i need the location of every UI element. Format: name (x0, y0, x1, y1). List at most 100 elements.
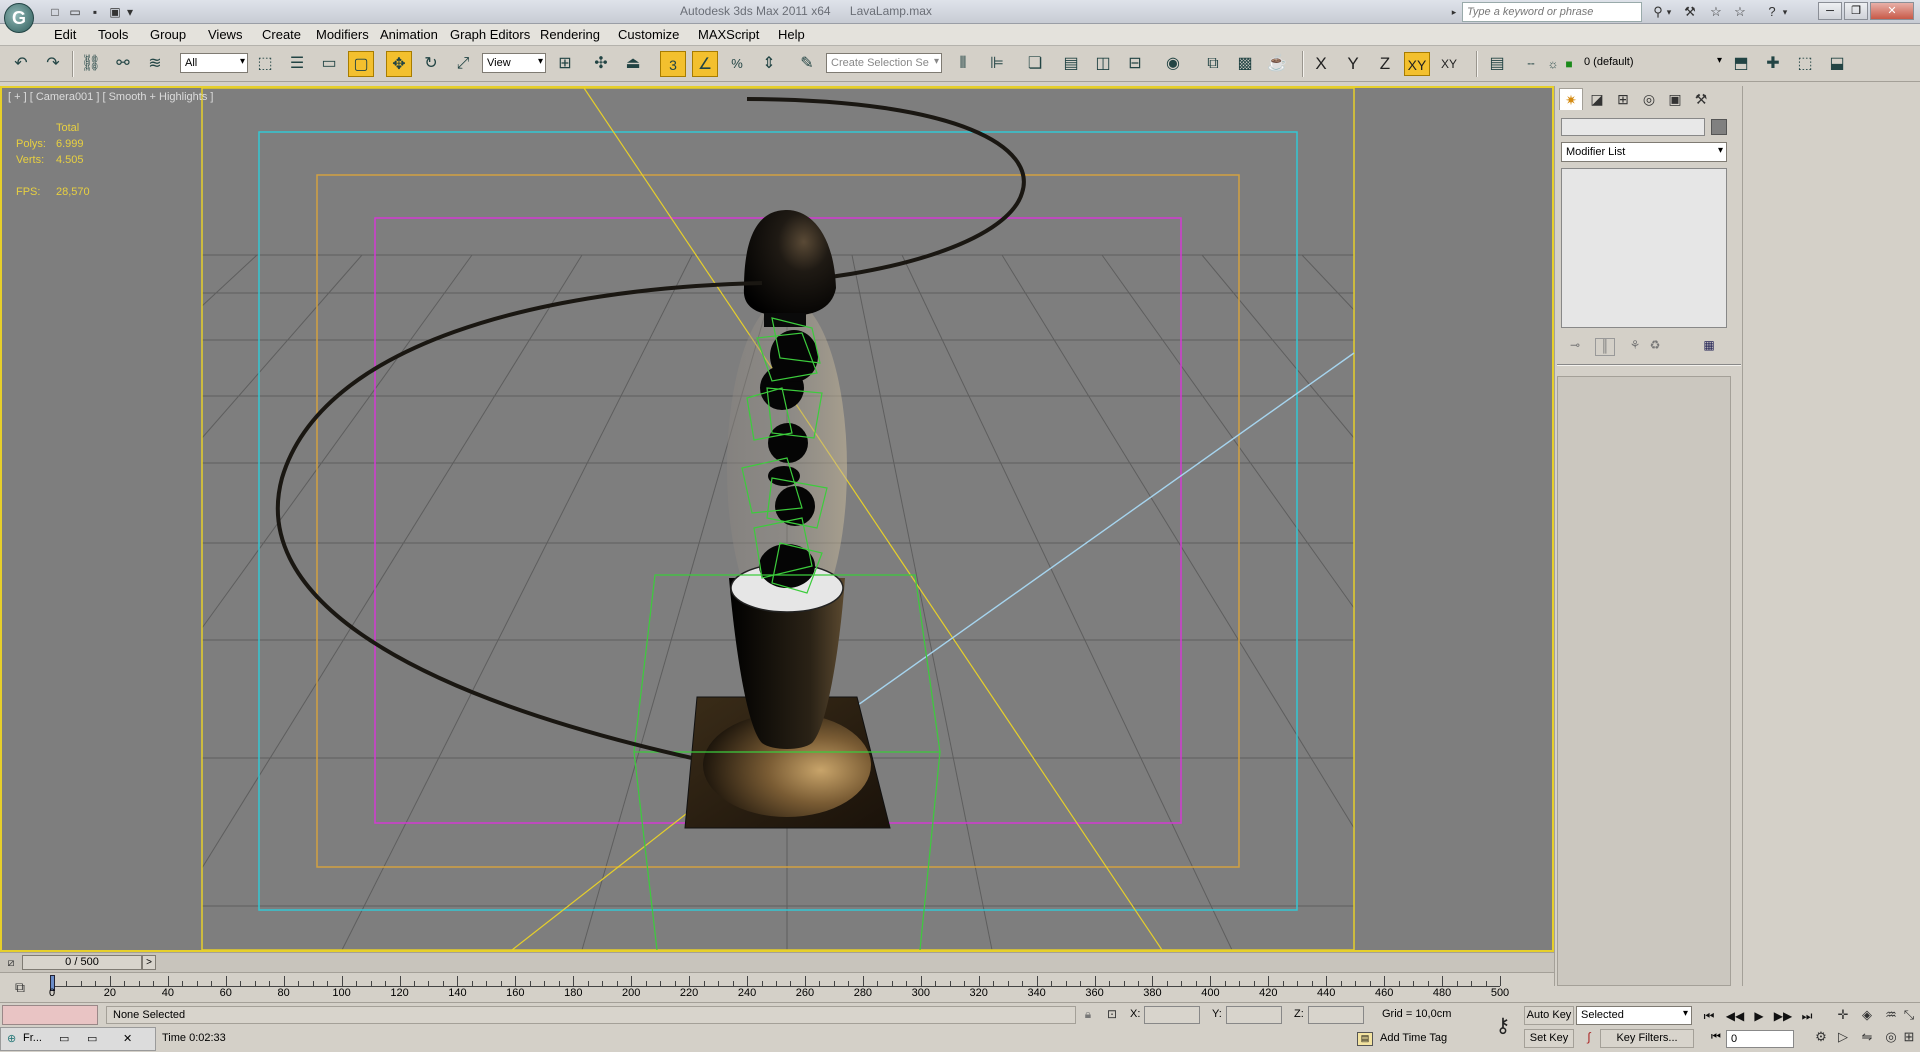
listener-restore-icon[interactable]: ▭ (59, 1032, 69, 1045)
rectangular-selection-icon[interactable]: ▭ (316, 51, 342, 77)
zoom-icon[interactable]: ✛ (1832, 1005, 1854, 1025)
mirror-icon[interactable]: ⫴ (950, 51, 976, 77)
unlink-icon[interactable]: ⚯ (110, 51, 136, 77)
key-mode-toggle-button[interactable]: ⏮ (1708, 1031, 1724, 1047)
menu-customize[interactable]: Customize (618, 27, 679, 42)
search-expand-icon[interactable]: ▸ (1448, 3, 1460, 21)
orbit-icon[interactable]: ♒︎ (1880, 1005, 1902, 1025)
select-object-icon[interactable]: ⬚ (252, 51, 278, 77)
reference-coordinate-dropdown[interactable]: View (482, 53, 546, 73)
render-production-icon[interactable]: ☕ (1264, 51, 1290, 77)
graphite-toggle-icon[interactable]: ▤ (1058, 51, 1084, 77)
field-of-view-icon[interactable]: ⤡ (1900, 1005, 1918, 1025)
menu-views[interactable]: Views (208, 27, 242, 42)
select-layer-objects-icon[interactable]: ⬚ (1792, 51, 1818, 77)
auto-key-button[interactable]: Auto Key (1524, 1006, 1574, 1025)
layer-manager-icon[interactable]: ❏ (1022, 51, 1048, 77)
schematic-view-icon[interactable]: ⊟ (1122, 51, 1148, 77)
modifier-list-dropdown[interactable]: Modifier List (1561, 142, 1727, 162)
select-and-scale-icon[interactable]: ⤢ (450, 51, 476, 77)
default-key-icon[interactable]: ⚷ (1488, 1013, 1518, 1037)
close-icon[interactable]: ✕ (1870, 2, 1914, 20)
show-end-result-icon[interactable]: ║ (1595, 338, 1615, 356)
remove-modifier-icon[interactable]: ♻ (1645, 338, 1665, 356)
play-icon[interactable]: ▶ (1748, 1007, 1770, 1025)
display-tab-icon[interactable]: ▣ (1663, 88, 1687, 110)
minimize-icon[interactable]: ─ (1818, 2, 1842, 20)
menu-create[interactable]: Create (262, 27, 301, 42)
rendered-frame-window-icon[interactable]: ▩ (1232, 51, 1258, 77)
selection-filter-dropdown[interactable]: All (180, 53, 248, 73)
project-folder-icon[interactable]: ▣ (106, 3, 124, 20)
camera-viewport[interactable]: [ + ] [ Camera001 ] [ Smooth + Highlight… (0, 86, 1554, 952)
select-by-name-icon[interactable]: ☰ (284, 51, 310, 77)
go-to-start-icon[interactable]: ⏮ (1698, 1007, 1720, 1025)
listener-maximize-icon[interactable]: ▭ (87, 1032, 97, 1045)
search-dropdown-icon[interactable]: ▾ (1664, 3, 1674, 21)
menu-modifiers[interactable]: Modifiers (316, 27, 369, 42)
angle-snap-icon[interactable]: ∠ (692, 51, 718, 77)
add-to-layer-icon[interactable]: ✚ (1760, 51, 1786, 77)
curve-editor-icon[interactable]: ◫ (1090, 51, 1116, 77)
key-mode-dropdown[interactable]: Selected (1576, 1006, 1692, 1025)
menu-help[interactable]: Help (778, 27, 805, 42)
menu-graph-editors[interactable]: Graph Editors (450, 27, 530, 42)
communication-center-icon[interactable]: ⚒ (1680, 3, 1700, 21)
time-slider-thumb[interactable]: 0 / 500 (22, 955, 142, 970)
next-frame-icon[interactable]: ▶▶ (1772, 1007, 1794, 1025)
select-and-rotate-icon[interactable]: ↻ (418, 51, 444, 77)
snaps-toggle-icon[interactable]: 3 (660, 51, 686, 77)
listener-app-icon[interactable]: ⊕ (7, 1032, 16, 1045)
orbit-camera-icon[interactable]: ◎ (1880, 1027, 1902, 1047)
axis-x-button[interactable]: X (1308, 52, 1334, 76)
pin-stack-icon[interactable]: ⊸ (1565, 338, 1585, 356)
mini-curve-editor-icon[interactable]: ⧉ (8, 979, 32, 997)
pivot-center-icon[interactable]: ⊞ (552, 51, 578, 77)
set-current-layer-icon[interactable]: ⬓ (1824, 51, 1850, 77)
maxscript-mini-listener[interactable] (2, 1005, 98, 1025)
named-selection-dropdown[interactable]: Create Selection Se (826, 53, 942, 73)
create-layer-icon[interactable]: ⬒ (1728, 51, 1754, 77)
axis-y-button[interactable]: Y (1340, 52, 1366, 76)
axis-xy-button[interactable]: XY (1404, 52, 1430, 76)
listener-label[interactable]: Fr... (23, 1032, 42, 1044)
modifier-stack[interactable] (1561, 168, 1727, 328)
axis-constraint-lock-button[interactable]: XY (1436, 52, 1462, 76)
help-icon[interactable]: ? (1762, 3, 1782, 21)
layer-dropdown[interactable]: 0 (default) (1580, 53, 1724, 73)
restore-icon[interactable]: ❐ (1844, 2, 1868, 20)
make-unique-icon[interactable]: ⚘ (1625, 338, 1645, 356)
open-file-icon[interactable]: ▭ (66, 3, 84, 20)
object-color-swatch[interactable] (1711, 119, 1727, 135)
menu-animation[interactable]: Animation (380, 27, 438, 42)
bind-space-warp-icon[interactable]: ≋ (142, 51, 168, 77)
menu-rendering[interactable]: Rendering (540, 27, 600, 42)
track-bar[interactable]: ⧉ 0 20 40 60 80 100 120 140 160 180 200 220 240 260 28… (0, 972, 1554, 1002)
motion-tab-icon[interactable]: ◎ (1637, 88, 1661, 110)
layers-icon[interactable]: ▤ (1484, 51, 1510, 77)
menu-group[interactable]: Group (150, 27, 186, 42)
select-and-link-icon[interactable]: ⛓ (78, 51, 104, 77)
add-time-tag-button[interactable]: Add Time Tag (1354, 1030, 1484, 1048)
modify-tab-icon[interactable]: ◪ (1585, 88, 1609, 110)
percent-snap-icon[interactable]: % (724, 51, 750, 77)
maximize-viewport-icon[interactable]: ⊞ (1900, 1027, 1918, 1047)
track-ruler[interactable] (52, 976, 1501, 987)
time-configuration-icon[interactable]: ⚙ (1810, 1027, 1832, 1047)
object-name-field[interactable] (1561, 118, 1705, 136)
open-mini-curve-editor-icon[interactable]: ⧄ (2, 953, 20, 973)
selection-lock-icon[interactable]: 🔒︎ (1080, 1007, 1096, 1023)
new-file-icon[interactable]: □ (46, 3, 64, 20)
select-and-manipulate-icon[interactable]: ✣ (588, 51, 614, 77)
truck-camera-icon[interactable]: ▷ (1832, 1027, 1854, 1047)
y-coordinate-field[interactable] (1226, 1006, 1282, 1024)
search-input[interactable]: Type a keyword or phrase (1462, 2, 1642, 22)
zoom-all-icon[interactable]: ◈ (1856, 1005, 1878, 1025)
viewport-label[interactable]: [ + ] [ Camera001 ] [ Smooth + Highlight… (8, 91, 213, 103)
current-frame-field[interactable]: 0 (1726, 1030, 1794, 1048)
previous-frame-icon[interactable]: ◀◀ (1724, 1007, 1746, 1025)
utilities-tab-icon[interactable]: ⚒ (1689, 88, 1713, 110)
walk-through-icon[interactable]: ⇋ (1856, 1027, 1878, 1047)
window-crossing-icon[interactable]: ▢ (348, 51, 374, 77)
set-key-button[interactable]: Set Key (1524, 1029, 1574, 1048)
